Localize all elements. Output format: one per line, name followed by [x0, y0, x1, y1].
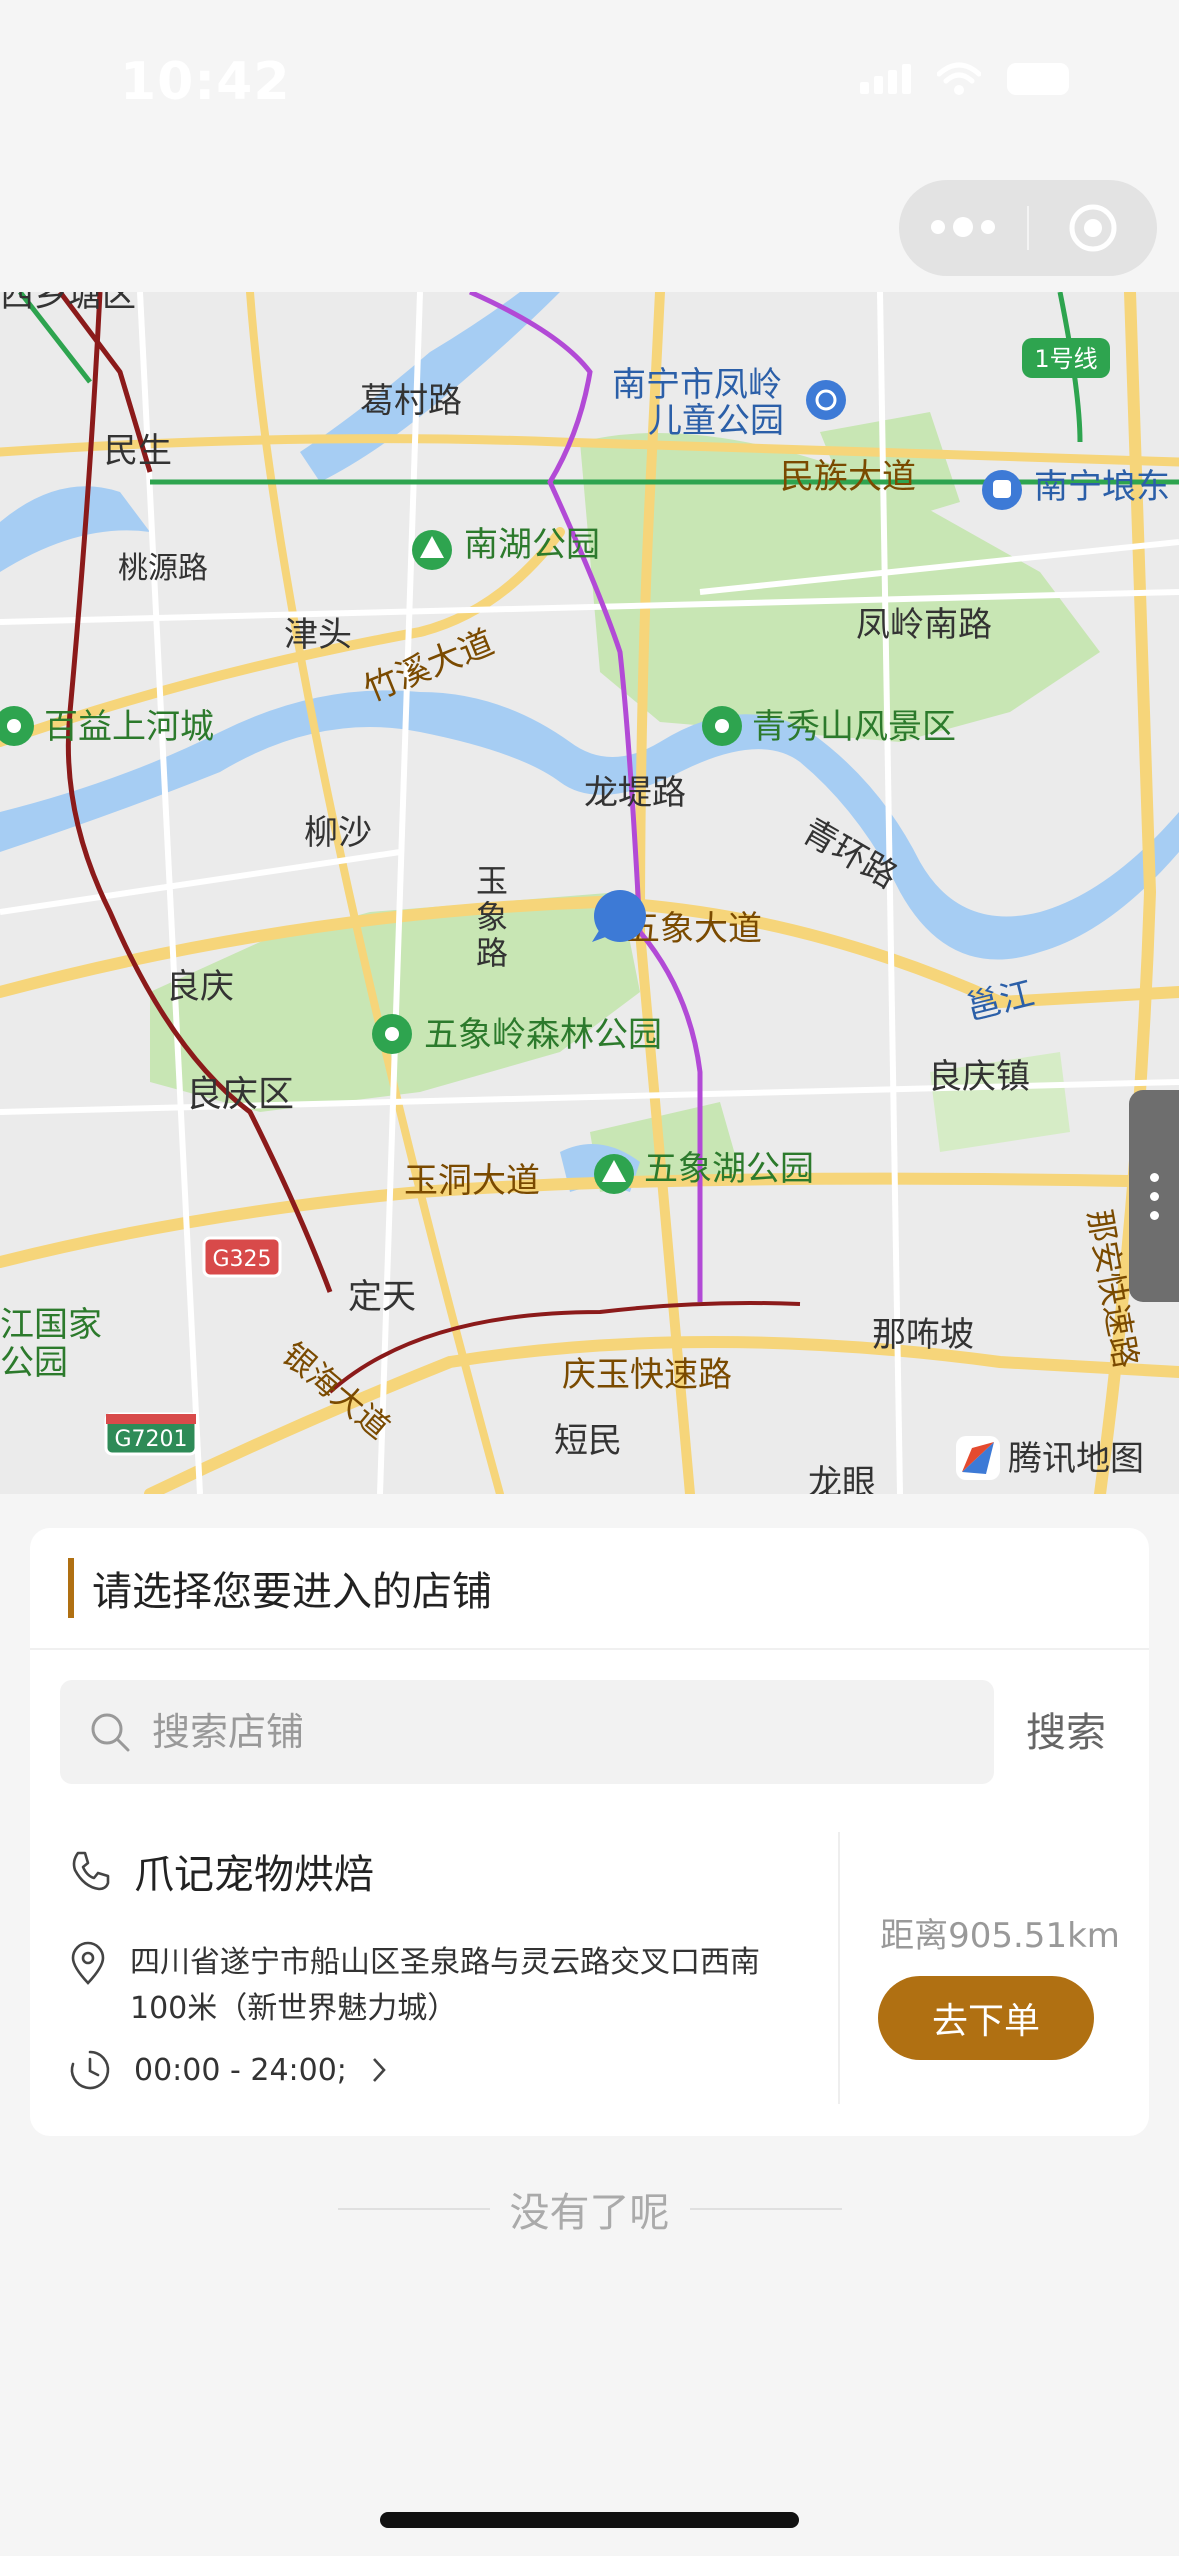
map-label-wuxiang-road-2: 象	[476, 898, 508, 936]
map-label-gecun-road: 葛村路	[360, 381, 462, 421]
status-bar: 10:42	[0, 0, 1179, 170]
map-label-wuxiang-ave: 五象大道	[626, 909, 762, 949]
map-label-fengling-park-2: 儿童公园	[648, 401, 784, 441]
map-label-minsheng: 民生	[104, 431, 172, 471]
no-more-text: 没有了呢	[509, 2190, 670, 2236]
more-menu-button[interactable]	[899, 216, 1027, 237]
target-icon	[1069, 204, 1117, 252]
g325-badge: G325	[202, 1236, 282, 1278]
store-address: 四川省遂宁市船山区圣泉路与灵云路交叉口西南100米（新世界魅力城）	[130, 1945, 760, 2026]
battery-icon	[1007, 63, 1069, 95]
status-time: 10:42	[120, 52, 291, 112]
map-label-naxipo: 那咘坡	[872, 1315, 974, 1355]
search-input[interactable]	[150, 1709, 914, 1755]
map-view[interactable]: 葛村路 南宁市凤岭 儿童公园 民生 民族大道 南宁埌东 桃源路 南湖公园 津头 …	[0, 292, 1179, 1494]
map-label-liangqing-district: 良庆区	[186, 1074, 294, 1115]
search-icon	[88, 1710, 132, 1754]
tencent-map-label: 腾讯地图	[1008, 1439, 1144, 1479]
g7201-badge: G7201	[104, 1412, 198, 1456]
map-label-liusha: 柳沙	[304, 813, 372, 853]
chevron-right-icon[interactable]	[369, 2055, 389, 2085]
status-icons	[860, 62, 1069, 96]
store-select-card: 请选择您要进入的店铺 搜索 爪记宠物烘焙 四川省遂宁市船山区圣泉路与灵云路交叉口…	[30, 1528, 1149, 2136]
map-label-liangqing-town: 良庆镇	[928, 1057, 1030, 1097]
store-name: 爪记宠物烘焙	[134, 1852, 374, 1898]
map-label-nanhu-park: 南湖公园	[464, 525, 600, 565]
ferris-wheel-icon	[806, 380, 846, 420]
g325-label: G325	[212, 1247, 271, 1272]
map-label-national-park-2: 公园	[0, 1343, 68, 1383]
wifi-icon	[937, 62, 981, 95]
g7201-label: G7201	[114, 1427, 187, 1452]
map-label-national-park: 江国家	[0, 1305, 102, 1345]
store-item[interactable]: 爪记宠物烘焙 四川省遂宁市船山区圣泉路与灵云路交叉口西南100米（新世界魅力城）…	[30, 1828, 1149, 2108]
map-side-menu-handle[interactable]	[1129, 1090, 1179, 1302]
map-label-jintou: 津头	[284, 615, 352, 655]
map-label-nanning-east: 南宁埌东	[1034, 467, 1170, 507]
map-label-fengling-south: 凤岭南路	[856, 605, 992, 645]
map-label-top-cut: 西乡塘区	[0, 292, 136, 315]
map-label-liangqing: 良庆	[166, 967, 234, 1007]
line1-badge: 1号线	[1022, 338, 1110, 378]
home-indicator[interactable]	[380, 2512, 799, 2528]
phone-icon[interactable]	[68, 1849, 112, 1893]
map-label-wuxiangling: 五象岭森林公园	[424, 1015, 662, 1055]
store-distance: 距离905.51km	[880, 1916, 1120, 1956]
map-label-wuxiang-road-1: 玉	[476, 862, 508, 900]
line1-label: 1号线	[1034, 345, 1097, 373]
title-accent-bar	[68, 1558, 74, 1618]
clock-icon	[70, 2050, 110, 2090]
map-label-duanmin: 短民	[554, 1421, 622, 1461]
map-label-dingtian: 定天	[348, 1277, 416, 1317]
map-label-baiyi: 百益上河城	[44, 707, 214, 747]
map-label-qingyu-expressway: 庆玉快速路	[562, 1355, 732, 1395]
metro-station-icon	[982, 470, 1022, 510]
map-label-qingxiushan: 青秀山风景区	[752, 707, 956, 747]
nanhu-park-icon	[412, 530, 452, 570]
map-label-wuxiang-road-3: 路	[476, 934, 508, 972]
map-label-yudong-ave: 玉洞大道	[404, 1161, 540, 1201]
order-button[interactable]: 去下单	[878, 1976, 1094, 2060]
map-label-minzu-ave: 民族大道	[780, 457, 916, 497]
no-more-footer: 没有了呢	[0, 2180, 1179, 2238]
map-label-longti-road: 龙堤路	[584, 773, 686, 813]
map-label-fengling-park: 南宁市凤岭	[612, 365, 782, 405]
wuxianghu-park-icon	[594, 1154, 634, 1194]
store-hours: 00:00 - 24:00;	[134, 2052, 347, 2088]
map-label-wuxianghu: 五象湖公园	[644, 1149, 814, 1189]
tencent-map-logo: 腾讯地图	[956, 1436, 1144, 1480]
cellular-signal-icon	[860, 64, 911, 94]
search-box[interactable]	[60, 1680, 994, 1784]
card-title: 请选择您要进入的店铺	[92, 1569, 492, 1615]
search-button[interactable]: 搜索	[1026, 1700, 1106, 1758]
close-miniprogram-button[interactable]	[1029, 202, 1157, 254]
miniprogram-capsule	[899, 180, 1157, 276]
map-label-taoyuan-road: 桃源路	[118, 551, 208, 586]
location-icon	[71, 1941, 105, 1985]
map-label-longyan: 龙眼	[808, 1463, 876, 1494]
